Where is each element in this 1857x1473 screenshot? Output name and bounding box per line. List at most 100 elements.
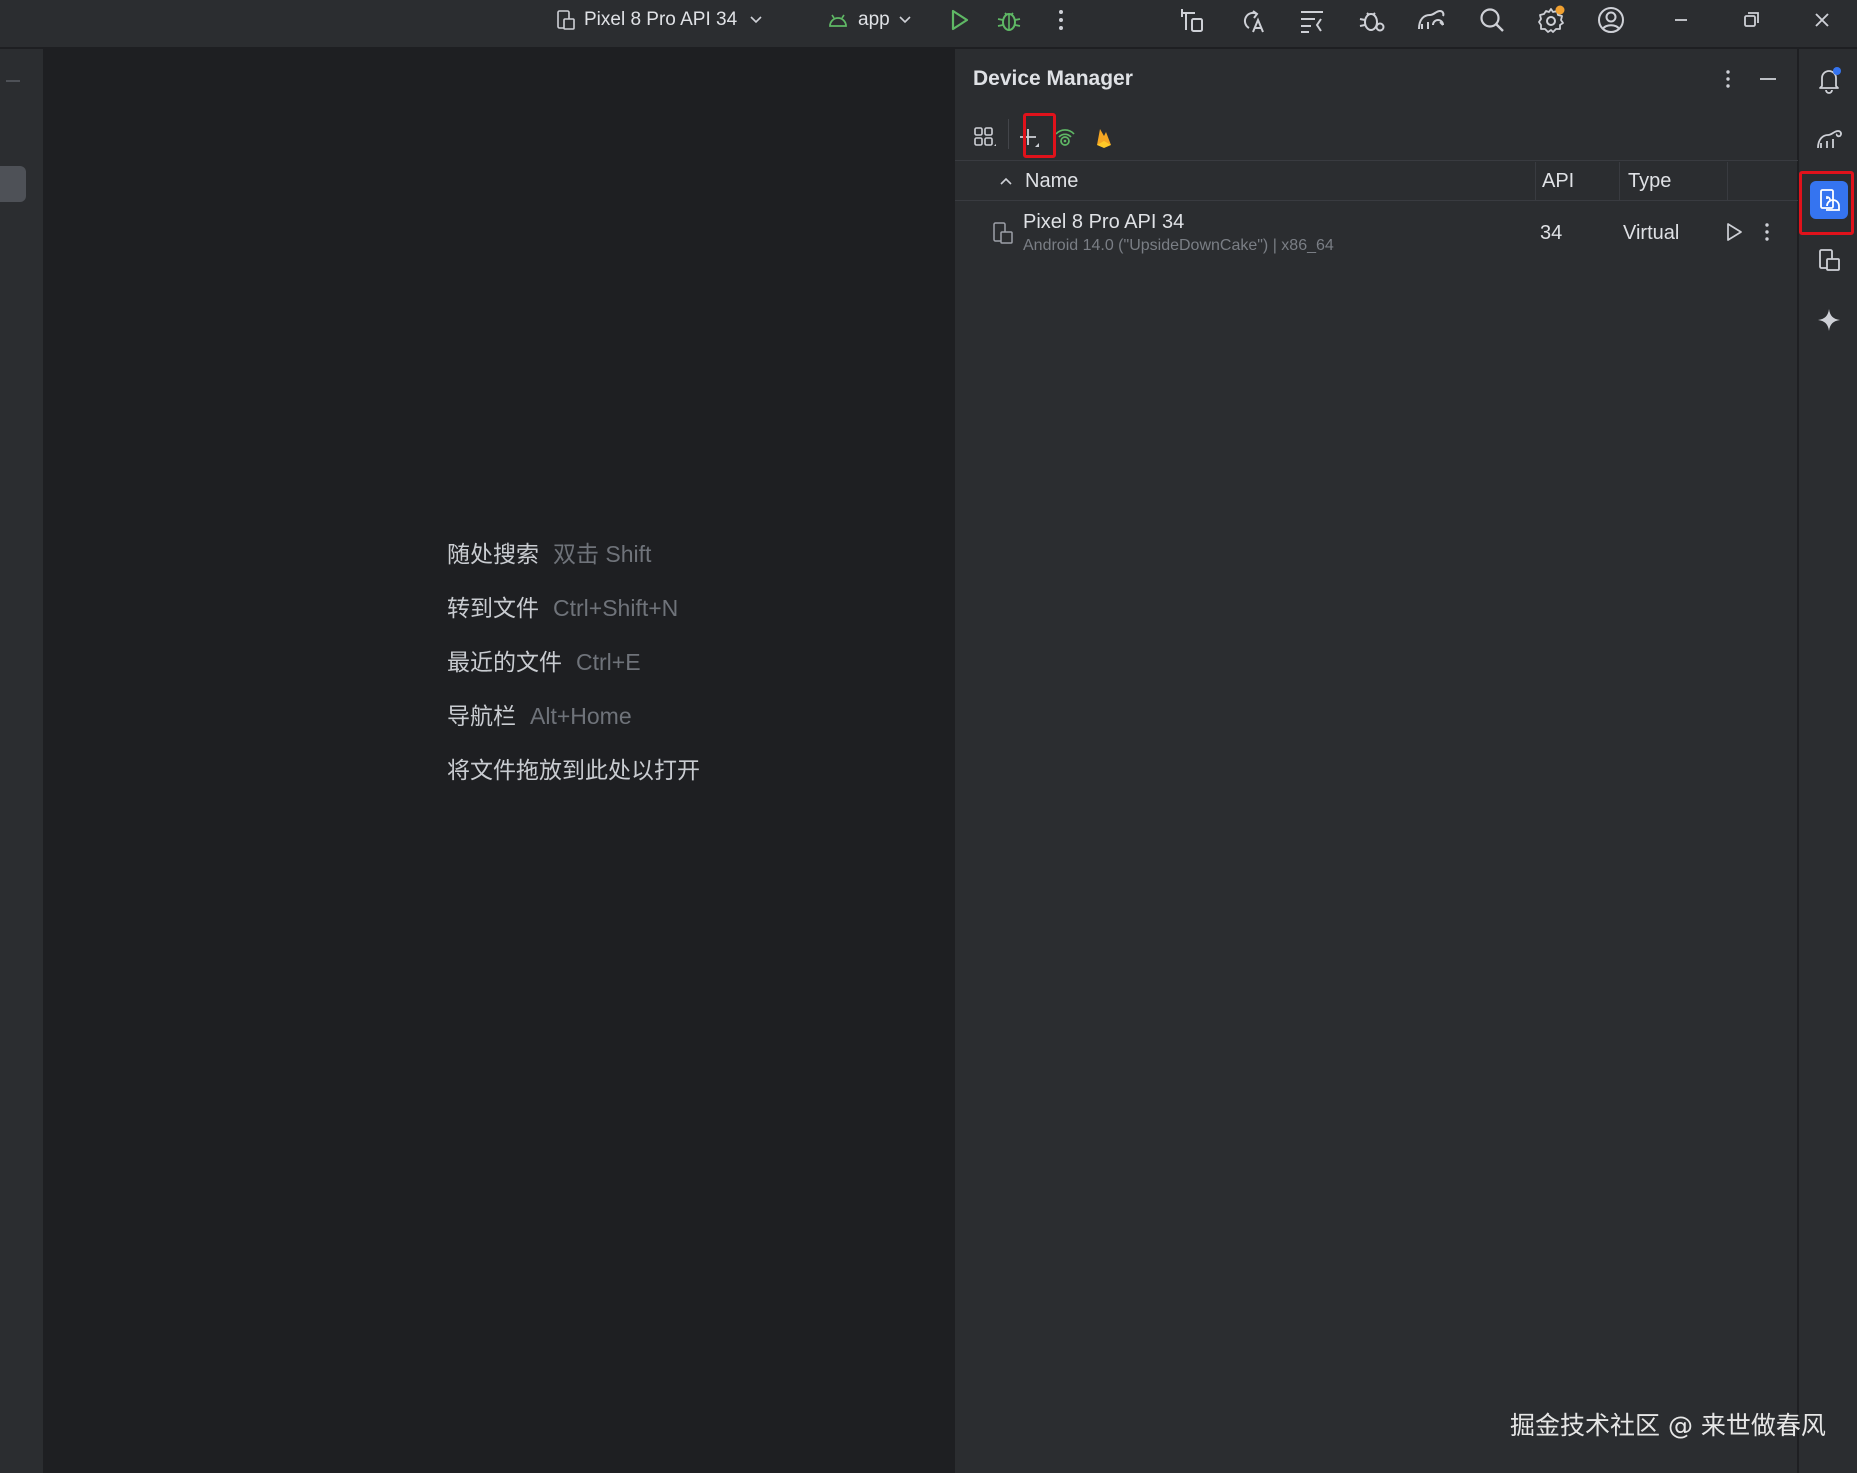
collapsed-indicator — [6, 80, 20, 82]
column-header-name[interactable]: Name — [999, 162, 1078, 200]
user-avatar-icon — [1598, 7, 1624, 33]
hide-panel-button[interactable] — [1752, 63, 1784, 95]
account-button[interactable] — [1590, 2, 1632, 38]
column-header-type[interactable]: Type — [1628, 162, 1671, 200]
title-bar: Pixel 8 Pro API 34 app — [0, 0, 1857, 48]
chevron-down-icon — [749, 15, 763, 25]
notification-badge-icon — [1555, 5, 1565, 15]
column-label: API — [1542, 169, 1575, 192]
translate-button[interactable] — [1231, 2, 1273, 38]
notifications-button[interactable] — [1810, 61, 1848, 99]
hint-label: 导航栏 — [447, 704, 516, 730]
apply-changes-icon — [1181, 9, 1203, 32]
hint-shortcut: Ctrl+E — [576, 649, 641, 675]
settings-button[interactable] — [1530, 2, 1572, 38]
toolbar-divider — [955, 160, 1798, 161]
profiler-button[interactable] — [1351, 2, 1393, 38]
more-vertical-icon — [1059, 10, 1063, 30]
hint-recent-files: 最近的文件 Ctrl+E — [447, 643, 641, 677]
hint-label: 将文件拖放到此处以打开 — [447, 758, 700, 784]
device-icon — [556, 9, 576, 31]
gradle-icon — [1817, 130, 1842, 149]
running-devices-button[interactable] — [1810, 241, 1848, 279]
firebase-icon — [1097, 129, 1111, 148]
panel-options-button[interactable] — [1712, 63, 1744, 95]
bell-icon — [1819, 67, 1841, 94]
left-tool-strip — [0, 49, 44, 1473]
column-divider — [1535, 162, 1536, 200]
column-divider — [1727, 162, 1728, 200]
editor-empty-area[interactable]: 随处搜索 双击 Shift 转到文件 Ctrl+Shift+N 最近的文件 Ctrl+… — [45, 49, 953, 1473]
table-row[interactable]: Pixel 8 Pro API 34 Android 14.0 ("Upside… — [955, 201, 1798, 263]
column-label: Type — [1628, 169, 1672, 192]
virtual-device-icon — [992, 221, 1014, 250]
left-tool-tab[interactable] — [0, 166, 26, 202]
panel-title: Device Manager — [973, 67, 1133, 90]
wifi-pair-icon — [1055, 129, 1075, 146]
device-manager-tool-button[interactable] — [1810, 181, 1848, 219]
play-icon — [1727, 223, 1742, 241]
device-selector-label: Pixel 8 Pro API 34 — [584, 9, 738, 30]
grid-icon — [974, 127, 996, 146]
run-config-selector[interactable]: app — [828, 0, 912, 40]
chevron-down-icon — [898, 15, 912, 25]
hint-goto-file: 转到文件 Ctrl+Shift+N — [447, 589, 678, 623]
device-actions-button[interactable] — [1751, 216, 1783, 248]
list-filter-icon — [1301, 11, 1323, 33]
build-variants-button[interactable] — [1291, 2, 1333, 38]
plus-icon — [1020, 129, 1039, 147]
device-details: Android 14.0 ("UpsideDownCake") | x86_64 — [1023, 237, 1334, 254]
restore-window-button[interactable] — [1730, 2, 1772, 38]
hint-drop-files: 将文件拖放到此处以打开 — [447, 751, 700, 785]
hint-shortcut: Alt+Home — [530, 703, 632, 729]
search-button[interactable] — [1471, 2, 1513, 38]
close-window-button[interactable] — [1801, 2, 1843, 38]
run-config-label: app — [858, 9, 890, 30]
column-header-api[interactable]: API — [1542, 162, 1574, 200]
device-selector[interactable]: Pixel 8 Pro API 34 — [556, 0, 763, 40]
group-by-button[interactable] — [968, 121, 1000, 153]
right-tool-strip — [1798, 49, 1857, 1473]
hint-shortcut: Ctrl+Shift+N — [553, 595, 679, 621]
toolbar-separator — [1008, 119, 1009, 149]
more-vertical-icon — [1726, 70, 1730, 88]
pair-wifi-button[interactable] — [1049, 121, 1081, 153]
hint-label: 最近的文件 — [447, 650, 562, 676]
watermark: 掘金技术社区 @ 来世做春风 — [1510, 1411, 1826, 1440]
gemini-button[interactable] — [1810, 301, 1848, 339]
column-label: Name — [1025, 169, 1079, 192]
more-actions-button[interactable] — [1040, 2, 1082, 38]
launch-device-button[interactable] — [1718, 216, 1750, 248]
device-type: Virtual — [1623, 222, 1680, 244]
bug-gear-icon — [1359, 12, 1385, 32]
add-device-button[interactable] — [1012, 121, 1044, 153]
apply-changes-button[interactable] — [1171, 2, 1213, 38]
run-icon — [951, 9, 969, 31]
firebase-test-lab-button[interactable] — [1088, 121, 1120, 153]
minimize-window-button[interactable] — [1660, 2, 1702, 38]
minimize-icon — [1760, 78, 1776, 80]
close-icon — [1815, 13, 1829, 27]
restore-icon — [1744, 12, 1759, 27]
notification-dot-icon — [1833, 67, 1841, 75]
minimize-icon — [1675, 19, 1687, 21]
device-manager-icon — [1820, 189, 1840, 211]
run-button[interactable] — [938, 2, 980, 38]
gradle-tool-button[interactable] — [1810, 121, 1848, 159]
debug-button[interactable] — [988, 2, 1030, 38]
device-manager-panel: Device Manager Name API Type Pixel 8 Pro… — [954, 49, 1798, 1473]
gradle-sync-icon — [1418, 9, 1445, 30]
hint-navigation-bar: 导航栏 Alt+Home — [447, 697, 632, 731]
device-api: 34 — [1540, 222, 1563, 244]
translate-icon — [1243, 10, 1264, 33]
column-divider — [1619, 162, 1620, 200]
gear-icon — [1538, 5, 1565, 33]
sort-ascending-icon — [1000, 177, 1012, 185]
sync-gradle-button[interactable] — [1410, 2, 1452, 38]
sparkle-icon — [1818, 309, 1840, 331]
bug-icon — [997, 12, 1021, 31]
hint-search-everywhere: 随处搜索 双击 Shift — [447, 535, 651, 569]
android-icon — [828, 12, 848, 28]
running-devices-icon — [1819, 249, 1840, 271]
search-icon — [1480, 8, 1504, 32]
